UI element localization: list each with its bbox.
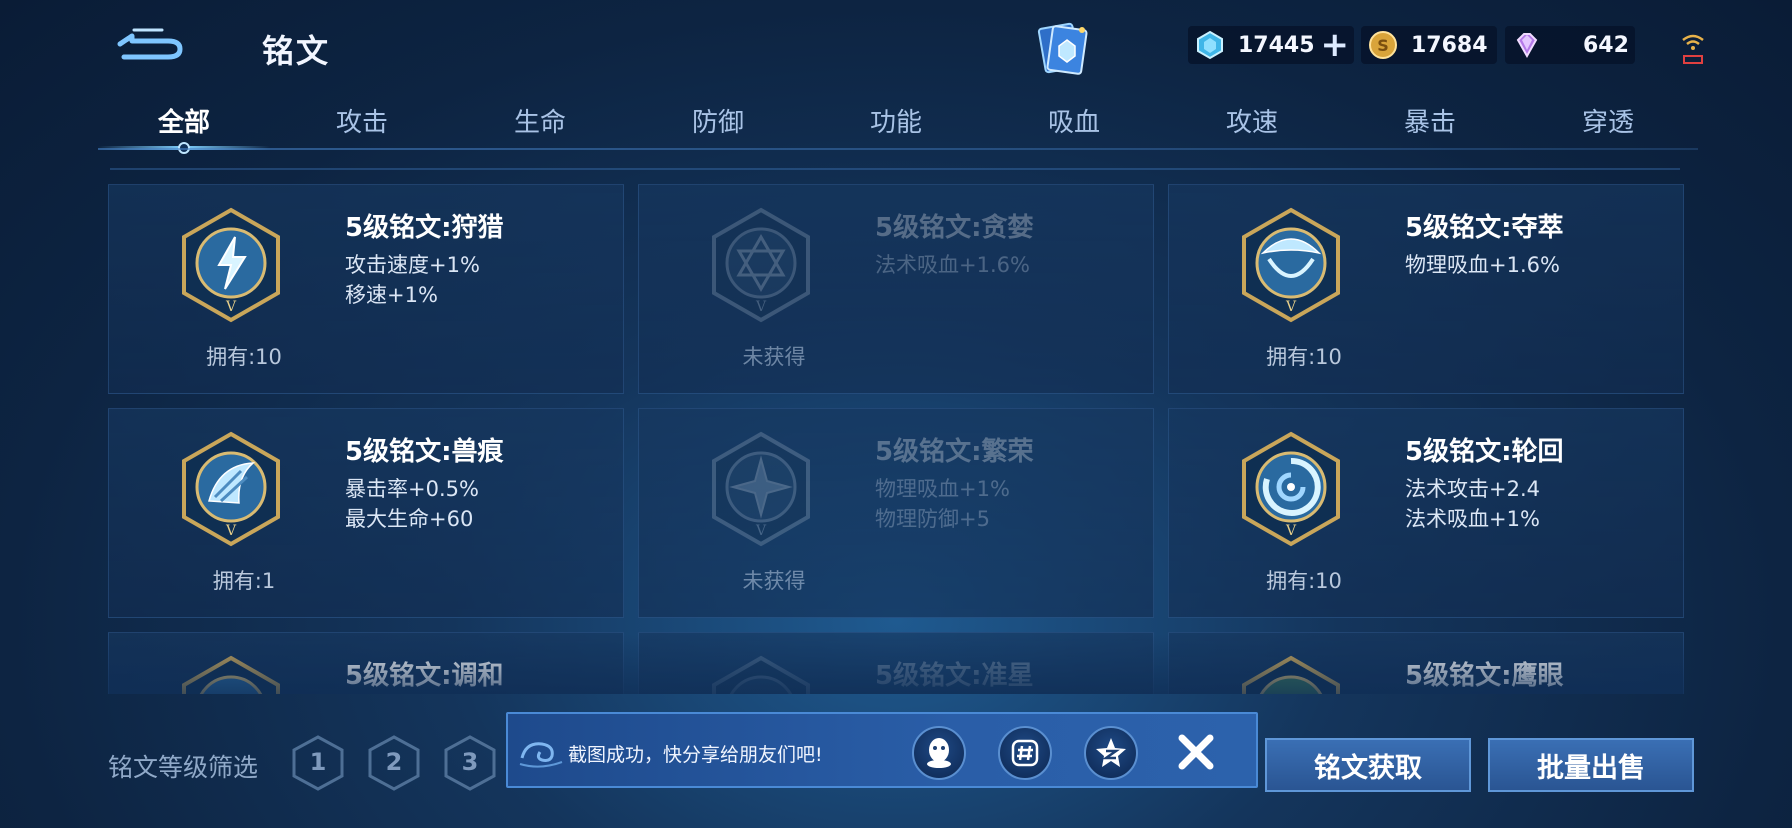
gem-value: 642 xyxy=(1583,32,1629,58)
inscription-card[interactable]: V 5级铭文:繁荣 物理吸血+1% 物理防御+5 未获得 xyxy=(638,408,1154,618)
owned-count: 拥有:10 xyxy=(206,345,282,369)
toast-message: 截图成功，快分享给朋友们吧! xyxy=(568,744,823,766)
inscription-attr: 法术吸血+1.6% xyxy=(875,253,1030,277)
inscription-name: 5级铭文:鹰眼 xyxy=(1405,661,1564,691)
inscription-attr: 法术攻击+2.4 xyxy=(1405,477,1540,501)
level-filter-1[interactable]: 1 xyxy=(290,734,346,792)
tab-defense[interactable]: 防御 xyxy=(648,102,788,139)
gold-value: 17684 xyxy=(1411,32,1488,58)
category-tabs: 全部 攻击 生命 防御 功能 吸血 攻速 暴击 穿透 xyxy=(98,94,1698,154)
diamond-currency: 17445 + xyxy=(1188,26,1354,64)
inscription-card[interactable]: 5级铭文:鹰眼 xyxy=(1168,632,1684,694)
owned-count: 拥有:10 xyxy=(1266,345,1342,369)
inscription-attr: 物理防御+5 xyxy=(875,507,990,531)
list-top-divider xyxy=(110,168,1680,170)
owned-count: 拥有:10 xyxy=(1266,569,1342,593)
seize-emblem-icon: V xyxy=(1242,207,1340,323)
gem-currency: 642 xyxy=(1505,26,1635,64)
level-filter-label: 铭文等级筛选 xyxy=(108,753,259,782)
inscription-name: 5级铭文:轮回 xyxy=(1405,437,1564,467)
obtain-inscription-button[interactable]: 铭文获取 xyxy=(1265,738,1471,792)
tab-attack-speed[interactable]: 攻速 xyxy=(1182,102,1322,139)
greed-emblem-icon: V xyxy=(712,207,810,323)
inscription-attr: 最大生命+60 xyxy=(345,507,474,531)
inscription-attr: 物理吸血+1.6% xyxy=(1405,253,1560,277)
hunt-emblem-icon: V xyxy=(182,207,280,323)
wifi-signal-icon xyxy=(1682,34,1704,64)
tab-all[interactable]: 全部 xyxy=(114,102,254,139)
purple-gem-icon xyxy=(1509,27,1545,63)
owned-count: 未获得 xyxy=(742,569,806,593)
inscription-card[interactable]: V 5级铭文:兽痕 暴击率+0.5% 最大生命+60 拥有:1 xyxy=(108,408,624,618)
beast-mark-emblem-icon: V xyxy=(182,431,280,547)
page-title: 铭文 xyxy=(262,32,331,70)
hashtag-icon xyxy=(1011,739,1039,767)
inscription-name: 5级铭文:夺萃 xyxy=(1405,213,1564,243)
svg-text:V: V xyxy=(755,299,767,315)
inscription-name: 5级铭文:调和 xyxy=(345,661,504,691)
tab-lifesteal[interactable]: 吸血 xyxy=(1004,102,1144,139)
inscription-attr: 暴击率+0.5% xyxy=(345,477,479,501)
tab-crit[interactable]: 暴击 xyxy=(1360,102,1500,139)
share-qq-button[interactable] xyxy=(912,726,966,780)
tab-health[interactable]: 生命 xyxy=(470,102,610,139)
back-button[interactable] xyxy=(110,22,190,62)
tab-utility[interactable]: 功能 xyxy=(826,102,966,139)
svg-text:V: V xyxy=(225,523,237,539)
inscription-name: 5级铭文:繁荣 xyxy=(875,437,1034,467)
prosperity-emblem-icon: V xyxy=(712,431,810,547)
tab-penetration[interactable]: 穿透 xyxy=(1538,102,1678,139)
inscription-attr: 移速+1% xyxy=(345,283,438,307)
level-filter-3[interactable]: 3 xyxy=(442,734,498,792)
svg-text:V: V xyxy=(1285,299,1297,315)
level-filter-value: 1 xyxy=(309,748,327,776)
inscription-card[interactable]: V 5级铭文:狩猎 攻击速度+1% 移速+1% 拥有:10 xyxy=(108,184,624,394)
reincarnation-emblem-icon: V xyxy=(1242,431,1340,547)
level-filter-2[interactable]: 2 xyxy=(366,734,422,792)
add-currency-button[interactable]: + xyxy=(1321,28,1350,62)
inscription-card[interactable]: 5级铭文:准星 xyxy=(638,632,1154,694)
inscription-name: 5级铭文:兽痕 xyxy=(345,437,504,467)
close-icon[interactable] xyxy=(1172,728,1220,776)
gold-currency: S 17684 xyxy=(1361,26,1497,64)
swirl-icon xyxy=(519,742,563,768)
owned-count: 拥有:1 xyxy=(212,569,276,593)
crosshair-emblem-icon xyxy=(712,655,810,694)
inscription-name: 5级铭文:贪婪 xyxy=(875,213,1034,243)
share-qzone-button[interactable] xyxy=(1084,726,1138,780)
inscription-name: 5级铭文:狩猎 xyxy=(345,213,504,243)
inscription-card[interactable]: V 5级铭文:轮回 法术攻击+2.4 法术吸血+1% 拥有:10 xyxy=(1168,408,1684,618)
card-deck-icon[interactable] xyxy=(1030,18,1094,78)
inscription-card[interactable]: V 5级铭文:贪婪 法术吸血+1.6% 未获得 xyxy=(638,184,1154,394)
share-topic-button[interactable] xyxy=(998,726,1052,780)
owned-count: 未获得 xyxy=(742,345,806,369)
svg-text:V: V xyxy=(225,299,237,315)
screenshot-share-toast: 截图成功，快分享给朋友们吧! xyxy=(506,712,1258,788)
inscription-attr: 法术吸血+1% xyxy=(1405,507,1540,531)
inscription-name: 5级铭文:准星 xyxy=(875,661,1034,691)
qq-icon xyxy=(927,738,951,768)
qzone-star-icon xyxy=(1096,738,1126,767)
inscription-grid: V 5级铭文:狩猎 攻击速度+1% 移速+1% 拥有:10 V 5级铭文:贪婪 … xyxy=(108,184,1684,694)
diamond-icon xyxy=(1192,27,1228,63)
tab-divider xyxy=(98,148,1698,150)
level-filter-value: 3 xyxy=(461,748,479,776)
inscription-card[interactable]: 5级铭文:调和 xyxy=(108,632,624,694)
bulk-sell-button[interactable]: 批量出售 xyxy=(1488,738,1694,792)
level-filter-value: 2 xyxy=(385,748,403,776)
inscription-card[interactable]: V 5级铭文:夺萃 物理吸血+1.6% 拥有:10 xyxy=(1168,184,1684,394)
diamond-value: 17445 xyxy=(1238,32,1315,58)
eagle-eye-emblem-icon xyxy=(1242,655,1340,694)
svg-text:V: V xyxy=(755,523,767,539)
inscription-attr: 攻击速度+1% xyxy=(345,253,480,277)
gold-coin-icon: S xyxy=(1365,27,1401,63)
inscription-attr: 物理吸血+1% xyxy=(875,477,1010,501)
tab-attack[interactable]: 攻击 xyxy=(292,102,432,139)
svg-text:V: V xyxy=(1285,523,1297,539)
svg-text:S: S xyxy=(1377,36,1389,55)
harmony-emblem-icon xyxy=(182,655,280,694)
